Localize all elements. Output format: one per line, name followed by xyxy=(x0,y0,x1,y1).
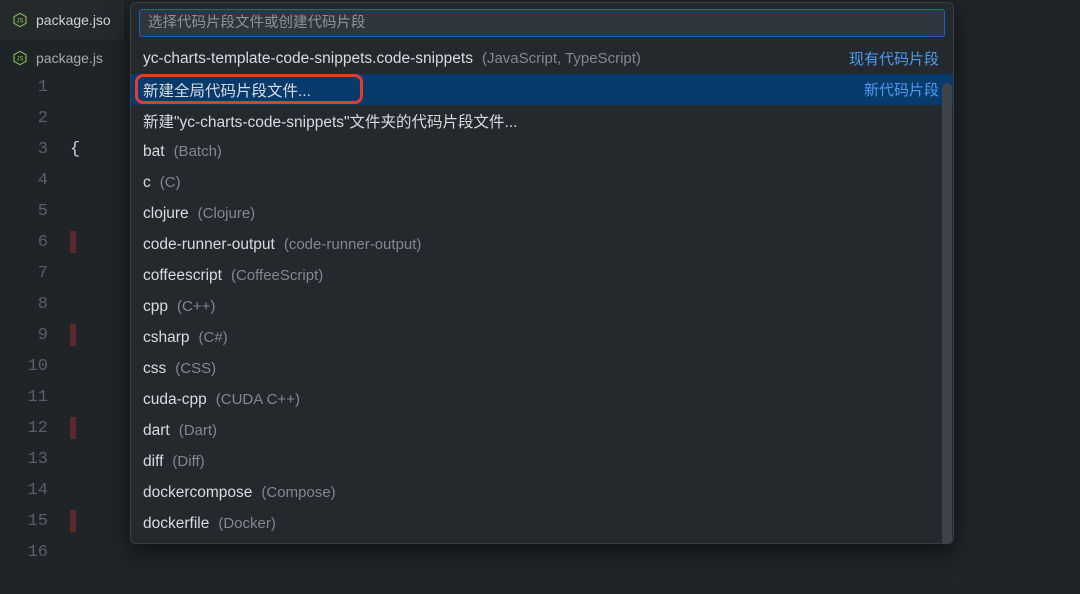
quick-pick-dropdown: yc-charts-template-code-snippets.code-sn… xyxy=(130,2,954,544)
nodejs-icon: JS xyxy=(12,12,28,28)
item-hint: (CSS) xyxy=(175,360,216,377)
tab-bar: JS package.jso xyxy=(0,0,126,40)
item-hint: (JavaScript, TypeScript) xyxy=(482,50,641,67)
snippet-list-item[interactable]: dart (Dart) xyxy=(131,415,953,446)
snippet-list-item[interactable]: c (C) xyxy=(131,167,953,198)
item-label: dart xyxy=(143,422,170,440)
snippet-list-item[interactable]: 新建"yc-charts-code-snippets"文件夹的代码片段文件... xyxy=(131,105,953,136)
item-hint: (CoffeeScript) xyxy=(231,267,323,284)
item-hint: (Docker) xyxy=(218,515,276,532)
item-label: dockercompose xyxy=(143,484,252,502)
item-label: c xyxy=(143,174,151,192)
item-label: code-runner-output xyxy=(143,236,275,254)
item-hint: (C#) xyxy=(199,329,228,346)
item-label: diff xyxy=(143,453,163,471)
item-label: 新建"yc-charts-code-snippets"文件夹的代码片段文件... xyxy=(143,110,517,132)
svg-text:JS: JS xyxy=(16,19,23,25)
line-number-gutter: 1 2 3 4 5 6 7 8 9 10 11 12 13 14 15 16 xyxy=(0,72,70,594)
snippet-list-item[interactable]: csharp (C#) xyxy=(131,322,953,353)
item-hint: (Diff) xyxy=(172,453,204,470)
snippet-list-item[interactable]: 新建全局代码片段文件... 新代码片段 xyxy=(131,74,953,105)
item-hint: (C++) xyxy=(177,298,215,315)
item-hint: (CUDA C++) xyxy=(216,391,300,408)
item-label: css xyxy=(143,360,166,378)
snippet-list-item[interactable]: diff (Diff) xyxy=(131,446,953,477)
item-badge: 现有代码片段 xyxy=(849,48,939,69)
tab-label: package.jso xyxy=(36,12,111,28)
item-label: dockerfile xyxy=(143,515,209,533)
item-label: coffeescript xyxy=(143,267,222,285)
item-hint: (C) xyxy=(160,174,181,191)
item-hint: (Compose) xyxy=(261,484,335,501)
snippet-list-item[interactable]: cpp (C++) xyxy=(131,291,953,322)
item-label: clojure xyxy=(143,205,189,223)
item-label: cuda-cpp xyxy=(143,391,207,409)
item-hint: (code-runner-output) xyxy=(284,236,422,253)
scrollbar-thumb[interactable] xyxy=(942,83,952,543)
snippet-list-item[interactable]: dockercompose (Compose) xyxy=(131,477,953,508)
snippet-list-item[interactable]: cuda-cpp (CUDA C++) xyxy=(131,384,953,415)
snippet-list-item[interactable]: coffeescript (CoffeeScript) xyxy=(131,260,953,291)
nodejs-icon: JS xyxy=(12,50,28,66)
snippet-list-item[interactable]: css (CSS) xyxy=(131,353,953,384)
item-hint: (Batch) xyxy=(174,143,222,160)
item-label: 新建全局代码片段文件... xyxy=(143,79,311,101)
breadcrumb-filename[interactable]: package.js xyxy=(36,50,103,66)
breadcrumb: JS package.js xyxy=(0,44,103,72)
snippet-list: yc-charts-template-code-snippets.code-sn… xyxy=(131,43,953,543)
snippet-list-item[interactable]: dockerfile (Docker) xyxy=(131,508,953,539)
item-label: csharp xyxy=(143,329,190,347)
snippet-list-item[interactable]: code-runner-output (code-runner-output) xyxy=(131,229,953,260)
snippet-search-input[interactable] xyxy=(139,9,945,37)
svg-text:JS: JS xyxy=(16,57,23,63)
snippet-list-item[interactable]: yc-charts-template-code-snippets.code-sn… xyxy=(131,43,953,74)
tab-package-json[interactable]: JS package.jso xyxy=(0,0,126,40)
snippet-list-item[interactable]: clojure (Clojure) xyxy=(131,198,953,229)
snippet-list-item[interactable]: bat (Batch) xyxy=(131,136,953,167)
item-label: yc-charts-template-code-snippets.code-sn… xyxy=(143,50,473,68)
item-label: cpp xyxy=(143,298,168,316)
item-badge: 新代码片段 xyxy=(864,79,939,100)
item-hint: (Clojure) xyxy=(198,205,256,222)
item-hint: (Dart) xyxy=(179,422,217,439)
item-label: bat xyxy=(143,143,165,161)
